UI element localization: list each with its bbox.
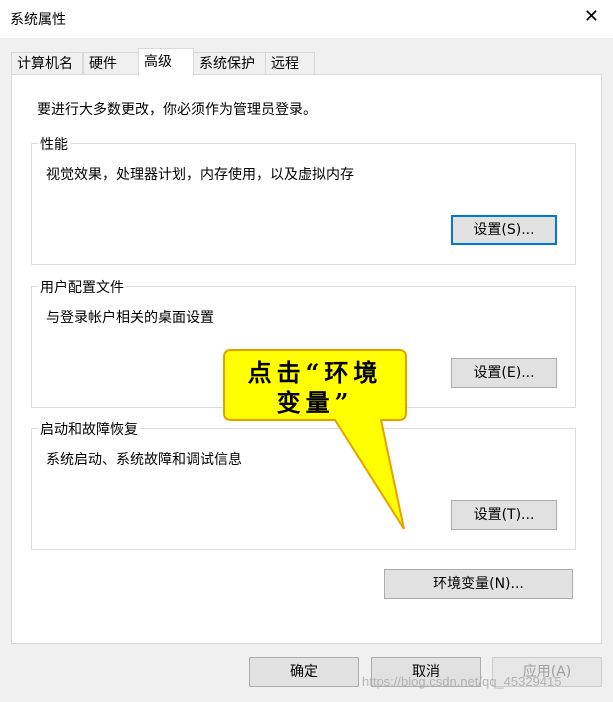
tab-computer-name[interactable]: 计算机名: [11, 52, 83, 74]
performance-group-desc: 视觉效果，处理器计划，内存使用，以及虚拟内存: [46, 167, 354, 183]
environment-variables-button[interactable]: 环境变量(N)...: [384, 569, 573, 599]
tab-remote[interactable]: 远程: [265, 52, 315, 74]
performance-group: 性能 视觉效果，处理器计划，内存使用，以及虚拟内存 设置(S)...: [31, 134, 576, 265]
callout-line-1: 点击“环境: [247, 358, 383, 387]
close-icon[interactable]: ✕: [584, 6, 599, 27]
user-profiles-settings-button[interactable]: 设置(E)...: [451, 358, 557, 388]
user-profiles-group-title: 用户配置文件: [38, 277, 126, 297]
admin-notice: 要进行大多数更改，你必须作为管理员登录。: [37, 102, 317, 118]
tab-hardware[interactable]: 硬件: [83, 52, 139, 74]
callout-text: 点击“环境 变量”: [227, 358, 403, 418]
callout-line-2: 变量”: [276, 388, 354, 417]
tab-system-protection[interactable]: 系统保护: [193, 52, 267, 74]
startup-recovery-settings-button[interactable]: 设置(T)...: [451, 500, 557, 530]
watermark: https://blog.csdn.net/qq_45329415: [362, 674, 562, 689]
title-bar: 系统属性 ✕: [0, 0, 613, 38]
performance-settings-button[interactable]: 设置(S)...: [451, 215, 557, 245]
window-title: 系统属性: [10, 12, 66, 28]
startup-recovery-group-title: 启动和故障恢复: [38, 419, 140, 439]
startup-recovery-group-desc: 系统启动、系统故障和调试信息: [46, 452, 242, 468]
ok-button[interactable]: 确定: [249, 657, 359, 687]
performance-group-title: 性能: [38, 134, 70, 154]
tab-advanced[interactable]: 高级: [138, 48, 194, 76]
user-profiles-group-desc: 与登录帐户相关的桌面设置: [46, 310, 214, 326]
